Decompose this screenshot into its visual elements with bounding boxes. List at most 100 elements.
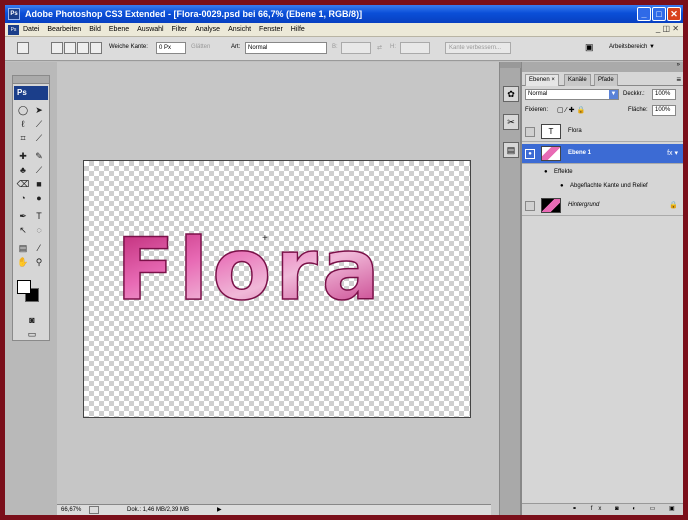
glaetten-checkbox[interactable]: Glätten (191, 44, 210, 50)
ps-menu-icon[interactable]: Ps (8, 25, 19, 35)
layer-actions-icons[interactable]: ⚭ fx ◙ ◐ ▭ ▣ 🗑 (572, 506, 681, 515)
fx-icon[interactable]: fx ▾ (667, 149, 678, 157)
path-selection-icon[interactable]: ↖ (16, 224, 30, 236)
effect-item-row: ● Abgeflachte Kante und Relief (522, 180, 683, 194)
visibility-toggle[interactable] (525, 127, 535, 137)
effect-item-label: Abgeflachte Kante und Relief (570, 183, 648, 189)
subtract-selection-icon[interactable] (77, 42, 89, 54)
ps-logo[interactable]: Ps (14, 86, 48, 100)
panel-title-bar[interactable]: » (522, 62, 683, 72)
notes-tool-icon[interactable]: ▤ (16, 242, 30, 254)
shape-tool-icon[interactable]: ◌ (32, 224, 46, 236)
document-canvas[interactable]: Flora + (83, 160, 471, 418)
blend-mode-select[interactable]: Normal ▼ (525, 89, 619, 100)
arbeitsbereich-button[interactable]: Arbeitsbereich ▼ (609, 44, 655, 50)
close-button[interactable]: ✕ (667, 7, 681, 21)
magic-wand-icon[interactable]: ⟋ (32, 118, 46, 130)
layer-name[interactable]: Hintergrund (568, 202, 599, 208)
hand-tool-icon[interactable]: ✋ (16, 256, 30, 268)
lock-icons[interactable]: ▢ ⁄ ✚ 🔒 (557, 106, 585, 114)
menu-bearbeiten[interactable]: Bearbeiten (47, 26, 81, 33)
history-panel-icon[interactable]: ▤ (503, 142, 519, 158)
menu-datei[interactable]: Datei (23, 26, 39, 33)
document-window-controls[interactable]: _ ◫ ✕ (656, 24, 679, 33)
panel-tabs: Ebenen × Kanäle Pfade ≡ (522, 74, 683, 86)
move-tool-icon[interactable]: ➤ (32, 104, 46, 116)
menu-ansicht[interactable]: Ansicht (228, 26, 251, 33)
menu-auswahl[interactable]: Auswahl (137, 26, 163, 33)
menu-bild[interactable]: Bild (89, 26, 101, 33)
menu-hilfe[interactable]: Hilfe (291, 26, 305, 33)
menu-filter[interactable]: Filter (172, 26, 188, 33)
navigator-panel-icon[interactable]: ✿ (503, 86, 519, 102)
gradient-tool-icon[interactable]: ■ (32, 178, 46, 190)
screen-mode-icon[interactable]: ▭ (25, 328, 39, 340)
tab-pfade[interactable]: Pfade (594, 74, 618, 86)
flaeche-input[interactable]: 100% (652, 105, 676, 116)
bridge-icon[interactable]: ▣ (585, 42, 594, 53)
marquee-tool-icon[interactable]: ◯ (16, 104, 30, 116)
tools-panel-icon[interactable]: ✂ (503, 114, 519, 130)
foreground-color-swatch[interactable] (17, 280, 31, 294)
eye-icon[interactable]: ● (525, 149, 535, 159)
zoom-level[interactable]: 66,67% (61, 505, 81, 515)
effect-eye-icon[interactable]: ● (560, 183, 564, 189)
pen-tool-icon[interactable]: ✒ (16, 210, 30, 222)
art-select[interactable]: Normal (245, 42, 327, 54)
weiche-kante-label: Weiche Kante: (109, 44, 148, 50)
b-input[interactable] (341, 42, 371, 54)
kante-verbessern-button[interactable]: Kante verbessern... (445, 42, 511, 54)
zoom-tool-icon[interactable]: ⚲ (32, 256, 46, 268)
eyedropper-tool-icon[interactable]: ⁄ (32, 242, 46, 254)
menu-analyse[interactable]: Analyse (195, 26, 220, 33)
add-selection-icon[interactable] (64, 42, 76, 54)
weiche-kante-input[interactable]: 0 Px (156, 42, 186, 54)
effects-eye-icon[interactable]: ● (544, 169, 548, 175)
menu-ebene[interactable]: Ebene (109, 26, 129, 33)
clone-stamp-icon[interactable]: ♣ (16, 164, 30, 176)
healing-brush-icon[interactable]: ✚ (16, 150, 30, 162)
ps-app-icon[interactable]: Ps (8, 8, 20, 20)
layer-row-flora[interactable]: T Flora (522, 122, 683, 142)
eraser-tool-icon[interactable]: ⌫ (16, 178, 30, 190)
minimize-button[interactable]: _ (637, 7, 651, 21)
dodge-tool-icon[interactable]: ● (32, 192, 46, 204)
history-brush-icon[interactable]: ⟋ (32, 164, 46, 176)
new-selection-icon[interactable] (51, 42, 63, 54)
slice-tool-icon[interactable]: ⟋ (32, 132, 46, 144)
tab-ebenen[interactable]: Ebenen × (525, 74, 559, 86)
chevron-down-icon[interactable]: ▼ (609, 90, 618, 99)
layer-name[interactable]: Ebene 1 (568, 150, 591, 156)
dock-grip[interactable] (500, 62, 522, 68)
maximize-button[interactable]: □ (652, 7, 666, 21)
document-size: Dok.: 1,46 MB/2,39 MB (127, 507, 190, 513)
layer-name[interactable]: Flora (568, 128, 582, 134)
toolbox: Ps ◯ ➤ ℓ ⟋ ⌗ ⟋ ✚ ✎ ♣ ⟋ ⌫ ■ ◔ ● ✒ T ↖ ◌ ▤… (12, 75, 50, 341)
layer-row-hintergrund[interactable]: Hintergrund 🔒 (522, 196, 683, 216)
intersect-selection-icon[interactable] (90, 42, 102, 54)
deckkraft-input[interactable]: 100% (652, 89, 676, 100)
brush-tool-icon[interactable]: ✎ (32, 150, 46, 162)
blend-mode-value: Normal (528, 91, 548, 97)
marquee-tool-preset-icon[interactable] (17, 42, 29, 54)
type-tool-icon[interactable]: T (32, 210, 46, 222)
status-bar: 66,67% Dok.: 1,46 MB/2,39 MB ▶ (57, 504, 491, 515)
flaeche-label: Fläche: (628, 107, 648, 113)
toolbox-grip[interactable] (13, 76, 49, 84)
status-arrow-icon[interactable]: ▶ (217, 505, 222, 515)
panel-menu-icon[interactable]: ≡ (676, 75, 681, 84)
blur-tool-icon[interactable]: ◔ (16, 192, 30, 204)
title-bar: Ps Adobe Photoshop CS3 Extended - [Flora… (5, 5, 683, 23)
tab-kanaele[interactable]: Kanäle (564, 74, 591, 86)
swap-icon[interactable]: ⇄ (377, 44, 382, 51)
menu-fenster[interactable]: Fenster (259, 26, 283, 33)
crop-tool-icon[interactable]: ⌗ (16, 132, 30, 144)
art-label: Art: (231, 44, 241, 50)
layer-row-ebene-1[interactable]: ● Ebene 1 fx ▾ (522, 144, 683, 164)
collapse-icon[interactable]: » (677, 62, 680, 68)
h-input[interactable] (400, 42, 430, 54)
b-label: B: (332, 44, 338, 50)
visibility-toggle[interactable] (525, 201, 535, 211)
quick-mask-icon[interactable]: ◙ (25, 314, 39, 326)
lasso-tool-icon[interactable]: ℓ (16, 118, 30, 130)
